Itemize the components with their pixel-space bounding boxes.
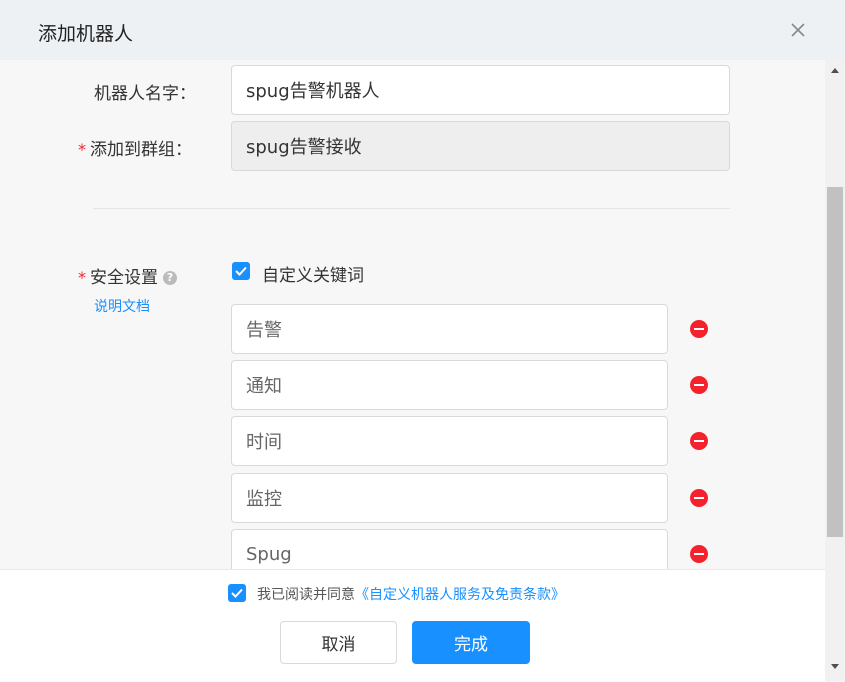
keyword-input[interactable]: 告警	[231, 304, 668, 354]
close-icon[interactable]	[788, 20, 808, 40]
remove-keyword-icon[interactable]	[690, 545, 708, 563]
cancel-button[interactable]: 取消	[280, 621, 397, 664]
keyword-value: 时间	[246, 432, 282, 453]
agree-text: 我已阅读并同意《自定义机器人服务及免责条款》	[257, 584, 565, 604]
keyword-value: 告警	[246, 320, 282, 341]
group-label-text: 添加到群组：	[90, 140, 192, 160]
remove-keyword-icon[interactable]	[690, 489, 708, 507]
confirm-button[interactable]: 完成	[412, 621, 530, 664]
required-mark: *	[78, 268, 86, 287]
scroll-up-icon[interactable]	[831, 68, 839, 73]
terms-link[interactable]: 《自定义机器人服务及免责条款》	[355, 587, 565, 603]
remove-keyword-icon[interactable]	[690, 376, 708, 394]
check-icon	[235, 266, 247, 276]
robot-name-label: 机器人名字：	[94, 84, 196, 104]
group-value: spug告警接收	[246, 137, 362, 158]
keyword-value: Spug	[246, 543, 292, 565]
group-label: * 添加到群组：	[78, 135, 192, 160]
dialog-title: 添加机器人	[38, 23, 134, 45]
keyword-value: 通知	[246, 376, 282, 397]
required-mark: *	[78, 140, 86, 159]
divider	[93, 208, 730, 209]
agree-checkbox[interactable]	[228, 584, 246, 602]
keyword-input[interactable]: 监控	[231, 473, 668, 523]
keyword-input[interactable]: Spug	[231, 529, 668, 569]
robot-name-input[interactable]: spug告警机器人	[231, 65, 730, 115]
scrollbar-thumb[interactable]	[827, 187, 843, 537]
keyword-input[interactable]: 通知	[231, 360, 668, 410]
keyword-input[interactable]: 时间	[231, 416, 668, 466]
remove-keyword-icon[interactable]	[690, 432, 708, 450]
check-icon	[231, 588, 243, 598]
scroll-down-icon[interactable]	[831, 664, 839, 669]
dialog-header: 添加机器人	[0, 0, 845, 60]
dialog-body: 机器人名字： spug告警机器人 * 添加到群组： spug告警接收 * 安全设置?…	[0, 60, 825, 569]
custom-keywords-label: 自定义关键词	[262, 266, 364, 286]
group-select: spug告警接收	[231, 121, 730, 171]
agree-prefix: 我已阅读并同意	[257, 587, 355, 603]
keyword-value: 监控	[246, 489, 282, 510]
robot-name-value: spug告警机器人	[246, 81, 380, 102]
doc-link[interactable]: 说明文档	[94, 296, 150, 316]
remove-keyword-icon[interactable]	[690, 320, 708, 338]
scrollbar[interactable]	[825, 60, 845, 681]
security-label-text: 安全设置	[90, 268, 158, 288]
custom-keywords-checkbox[interactable]	[232, 262, 250, 280]
security-label: * 安全设置?	[78, 263, 177, 288]
help-icon[interactable]: ?	[163, 270, 177, 285]
dialog-footer: 我已阅读并同意《自定义机器人服务及免责条款》 取消 完成	[0, 569, 825, 682]
